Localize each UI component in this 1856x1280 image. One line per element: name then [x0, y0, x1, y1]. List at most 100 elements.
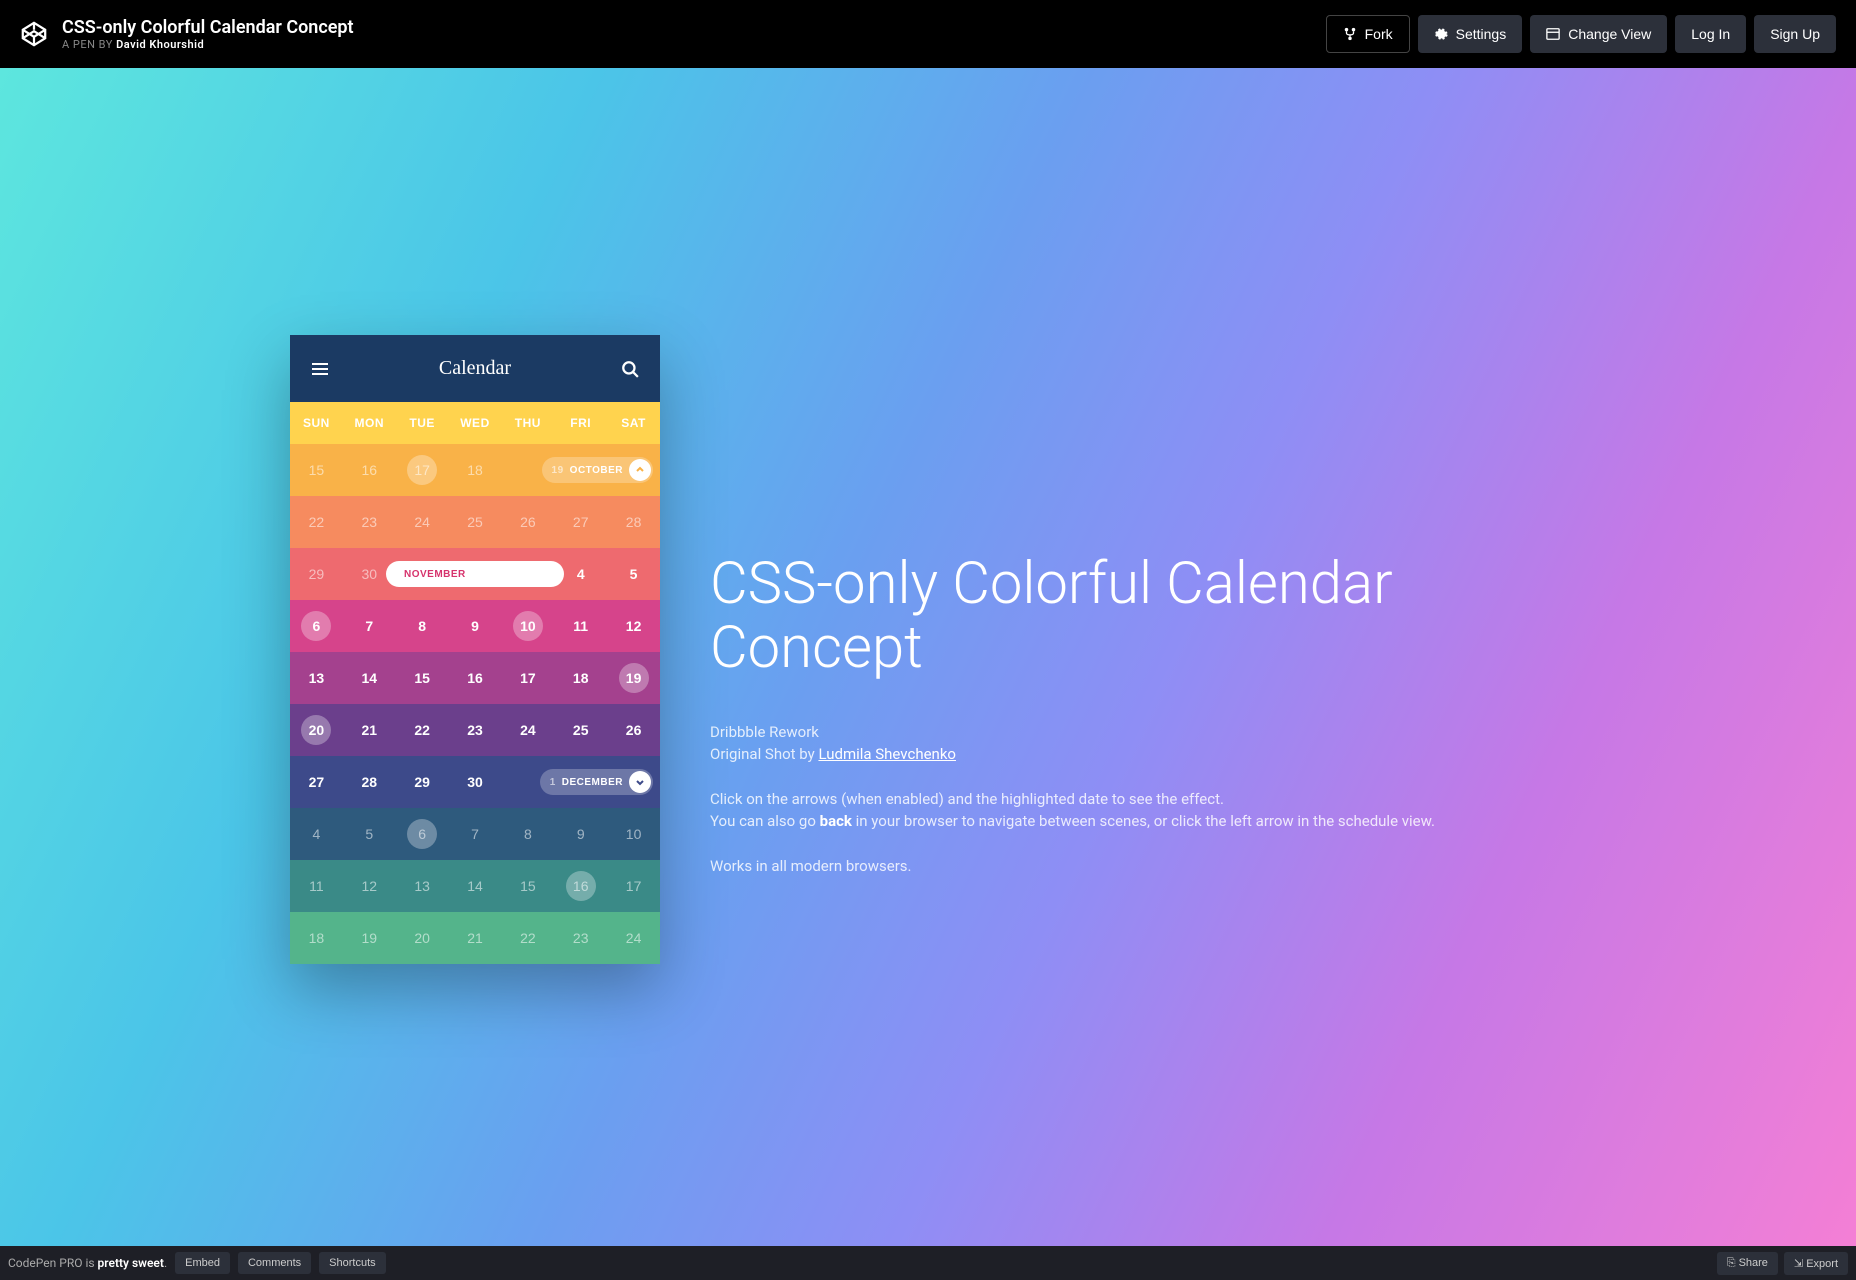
day-cell[interactable]: 5 — [607, 548, 660, 600]
export-button[interactable]: ⇲ Export — [1784, 1252, 1848, 1275]
day-cell[interactable]: 18 — [290, 912, 343, 964]
day-cell[interactable]: 15 — [501, 860, 554, 912]
next-month-pill[interactable]: 1DECEMBER — [540, 769, 653, 795]
day-cell[interactable]: 30 — [449, 756, 502, 808]
day-cell[interactable]: 26 — [501, 496, 554, 548]
menu-icon[interactable] — [310, 359, 330, 379]
day-cell[interactable]: 22 — [290, 496, 343, 548]
day-cell[interactable]: 11 — [554, 600, 607, 652]
day-number: 26 — [520, 514, 536, 530]
day-cell[interactable]: 7 — [449, 808, 502, 860]
day-cell[interactable]: 14 — [449, 860, 502, 912]
day-number: 8 — [418, 618, 426, 634]
day-cell[interactable]: 24 — [396, 496, 449, 548]
week-row: 27 28 2930 1DECEMBER — [290, 756, 660, 808]
day-cell[interactable]: 5 — [343, 808, 396, 860]
day-cell[interactable]: 14 — [343, 652, 396, 704]
day-cell[interactable]: 13 — [396, 860, 449, 912]
day-cell[interactable]: 28 — [343, 756, 396, 808]
day-cell[interactable]: 20 — [396, 912, 449, 964]
day-cell[interactable]: 21 — [343, 704, 396, 756]
preview-canvas: Calendar SUNMONTUEWEDTHUFRISAT 151617181… — [0, 68, 1856, 1246]
chevron-up-icon[interactable] — [629, 459, 651, 481]
day-cell[interactable]: 4 — [290, 808, 343, 860]
export-icon: ⇲ — [1794, 1258, 1806, 1270]
day-cell[interactable]: 17 — [501, 652, 554, 704]
day-cell[interactable]: 24 — [501, 704, 554, 756]
day-cell[interactable]: 15 — [290, 444, 343, 496]
day-cell[interactable]: 16 — [449, 652, 502, 704]
day-cell[interactable]: 23 — [343, 496, 396, 548]
day-cell[interactable]: 16 — [343, 444, 396, 496]
signup-button[interactable]: Sign Up — [1754, 15, 1836, 53]
day-cell[interactable]: 27 — [554, 496, 607, 548]
day-number: 18 — [573, 670, 589, 686]
day-cell[interactable]: 12 — [343, 860, 396, 912]
day-cell[interactable]: 7 — [343, 600, 396, 652]
calendar-body: 1516171819OCTOBER22232425262728293045NOV… — [290, 444, 660, 964]
day-cell[interactable]: 11 — [290, 860, 343, 912]
day-number: 23 — [361, 514, 377, 530]
day-cell[interactable]: 9 — [554, 808, 607, 860]
search-icon[interactable] — [620, 359, 640, 379]
settings-button[interactable]: Settings — [1418, 15, 1523, 53]
pen-byline: A PEN BY David Khourshid — [62, 38, 354, 51]
change-view-button[interactable]: Change View — [1530, 15, 1667, 53]
day-cell[interactable]: 6 — [290, 600, 343, 652]
day-number: 18 — [309, 930, 325, 946]
week-row: 15 16 1718 19OCTOBER — [290, 444, 660, 496]
calendar-title: Calendar — [439, 357, 511, 380]
day-cell[interactable]: 17 — [396, 444, 449, 496]
day-cell[interactable]: 22 — [396, 704, 449, 756]
day-cell[interactable]: 26 — [607, 704, 660, 756]
pen-title[interactable]: CSS-only Colorful Calendar Concept — [62, 17, 354, 38]
day-cell[interactable]: 25 — [449, 496, 502, 548]
codepen-logo-icon[interactable] — [20, 20, 48, 48]
day-cell[interactable]: 25 — [554, 704, 607, 756]
day-cell[interactable]: 23 — [449, 704, 502, 756]
day-cell[interactable]: 29 — [396, 756, 449, 808]
day-cell[interactable]: 17 — [607, 860, 660, 912]
shortcuts-button[interactable]: Shortcuts — [319, 1252, 385, 1274]
fork-button[interactable]: Fork — [1326, 15, 1410, 53]
day-cell[interactable]: 13 — [290, 652, 343, 704]
original-shot-link[interactable]: Ludmila Shevchenko — [818, 745, 956, 763]
day-cell[interactable]: 28 — [607, 496, 660, 548]
day-number: 16 — [361, 462, 377, 478]
day-cell[interactable]: 22 — [501, 912, 554, 964]
comments-button[interactable]: Comments — [238, 1252, 311, 1274]
compat-line: Works in all modern browsers. — [710, 855, 1490, 878]
dow-label: THU — [501, 402, 554, 444]
day-cell[interactable]: 8 — [501, 808, 554, 860]
day-number: 28 — [361, 774, 377, 790]
embed-button[interactable]: Embed — [175, 1252, 230, 1274]
day-cell[interactable]: 21 — [449, 912, 502, 964]
day-number: 24 — [414, 514, 430, 530]
share-button[interactable]: ⎘ Share — [1717, 1252, 1778, 1275]
login-button[interactable]: Log In — [1675, 15, 1746, 53]
day-cell[interactable]: 15 — [396, 652, 449, 704]
prev-month-pill[interactable]: 19OCTOBER — [542, 457, 653, 483]
day-cell[interactable]: 19 — [343, 912, 396, 964]
chevron-down-icon[interactable] — [629, 771, 651, 793]
day-cell[interactable]: 10 — [607, 808, 660, 860]
day-cell[interactable]: 12 — [607, 600, 660, 652]
day-cell[interactable]: 27 — [290, 756, 343, 808]
day-cell[interactable]: 6 — [396, 808, 449, 860]
day-cell[interactable]: 29 — [290, 548, 343, 600]
description-panel: CSS-only Colorful Calendar Concept Dribb… — [710, 553, 1490, 899]
day-cell[interactable]: 18 — [554, 652, 607, 704]
day-cell[interactable]: 8 — [396, 600, 449, 652]
day-cell[interactable]: 20 — [290, 704, 343, 756]
day-cell[interactable]: 19 — [607, 652, 660, 704]
day-cell[interactable]: 18 — [449, 444, 502, 496]
pen-author[interactable]: David Khourshid — [116, 38, 204, 51]
day-cell[interactable]: 23 — [554, 912, 607, 964]
day-cell[interactable]: 9 — [449, 600, 502, 652]
day-cell[interactable]: 10 — [501, 600, 554, 652]
day-cell[interactable]: 16 — [554, 860, 607, 912]
day-number: 16 — [573, 878, 589, 894]
day-cell[interactable]: 24 — [607, 912, 660, 964]
signup-label: Sign Up — [1770, 26, 1820, 42]
credit-line: Dribbble Rework Original Shot by Ludmila… — [710, 721, 1490, 766]
